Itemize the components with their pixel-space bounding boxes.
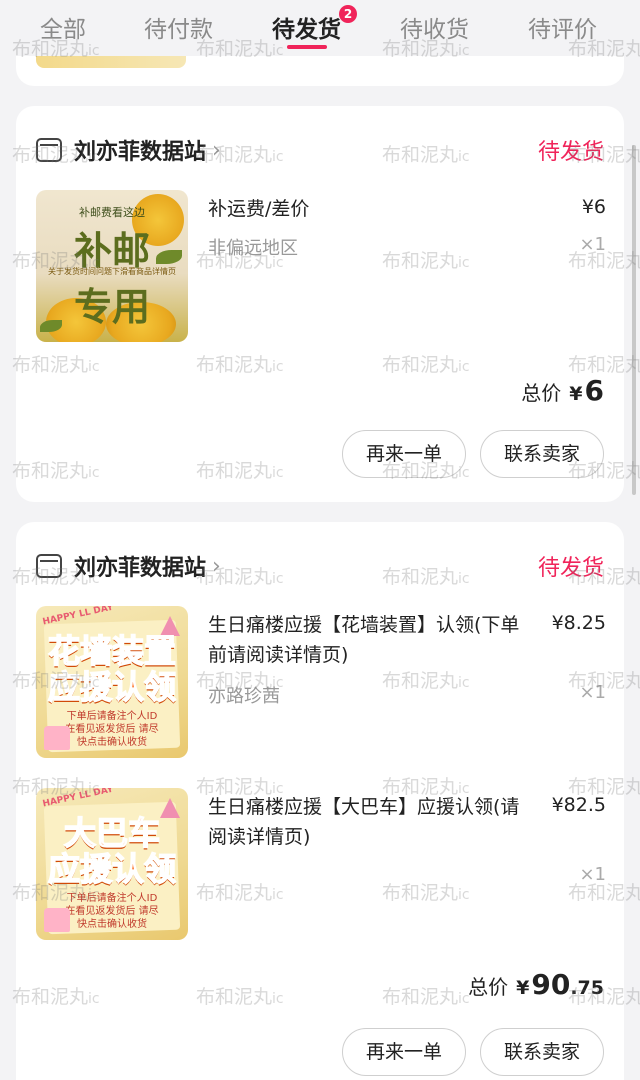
shop-name: 刘亦菲数据站	[74, 140, 207, 165]
rebuy-button[interactable]: 再来一单	[342, 430, 466, 478]
item-title: 生日痛楼应援【大巴车】应援认领(请阅读详情页)	[208, 796, 520, 848]
item-price: ¥8.25	[551, 612, 606, 634]
rebuy-button[interactable]: 再来一单	[342, 1028, 466, 1076]
order-item[interactable]: HAPPY LL DAY 花墙装置 应援认领 下单后请备注个人ID 在看见返发货…	[36, 606, 606, 758]
tab-pending-shipment[interactable]: 待发货	[272, 10, 341, 44]
shop-icon	[36, 554, 62, 578]
tab-all[interactable]: 全部	[40, 10, 86, 44]
item-price: ¥6	[581, 196, 606, 218]
item-price: ¥82.5	[551, 794, 606, 816]
product-thumbnail: HAPPY LL DAY 大巴车 应援认领 下单后请备注个人ID 在看见返发货后…	[36, 788, 188, 940]
order-item[interactable]: HAPPY LL DAY 大巴车 应援认领 下单后请备注个人ID 在看见返发货后…	[36, 788, 606, 940]
tab-pending-review[interactable]: 待评价	[528, 10, 597, 44]
shop-header[interactable]: 刘亦菲数据站 ›	[36, 550, 221, 582]
active-tab-indicator	[287, 45, 327, 49]
contact-seller-button[interactable]: 联系卖家	[480, 430, 604, 478]
order-card[interactable]: 刘亦菲数据站 › 待发货 HAPPY LL DAY 花墙装置 应援认领 下单后请…	[16, 522, 624, 1080]
order-card[interactable]: 刘亦菲数据站 › 待发货 补邮费看这边 补邮 关于发货时间问题下滑看商品详情页 …	[16, 106, 624, 502]
product-thumbnail: 补邮费看这边 补邮 关于发货时间问题下滑看商品详情页 专用	[36, 190, 188, 342]
shop-header[interactable]: 刘亦菲数据站 ›	[36, 134, 221, 166]
item-spec: 非偏远地区	[208, 238, 298, 259]
shop-icon	[36, 138, 62, 162]
order-status: 待发货	[537, 556, 604, 581]
contact-seller-button[interactable]: 联系卖家	[480, 1028, 604, 1076]
order-item[interactable]: 补邮费看这边 补邮 关于发货时间问题下滑看商品详情页 专用 补运费/差价 非偏远…	[36, 190, 606, 342]
product-thumbnail: HAPPY LL DAY 花墙装置 应援认领 下单后请备注个人ID 在看见返发货…	[36, 606, 188, 758]
shop-name: 刘亦菲数据站	[74, 556, 207, 581]
scrollbar[interactable]	[632, 145, 636, 495]
item-quantity: ×1	[579, 864, 606, 885]
order-status-tabs: 全部 待付款 待发货 2 待收货 待评价	[0, 0, 640, 56]
tab-pending-payment[interactable]: 待付款	[144, 10, 213, 44]
tab-pending-receipt[interactable]: 待收货	[400, 10, 469, 44]
item-title: 生日痛楼应援【花墙装置】认领(下单前请阅读详情页)	[208, 614, 520, 666]
chevron-right-icon: ›	[212, 137, 221, 163]
order-status: 待发货	[537, 140, 604, 165]
tab-badge-count: 2	[339, 5, 357, 23]
item-spec: 亦路珍茜	[208, 686, 280, 707]
item-title: 补运费/差价	[208, 198, 310, 220]
order-total: 总价 ¥ 6	[521, 374, 604, 407]
order-total: 总价 ¥ 90 .75	[468, 968, 604, 1001]
chevron-right-icon: ›	[212, 553, 221, 579]
item-quantity: ×1	[579, 234, 606, 255]
item-quantity: ×1	[579, 682, 606, 703]
